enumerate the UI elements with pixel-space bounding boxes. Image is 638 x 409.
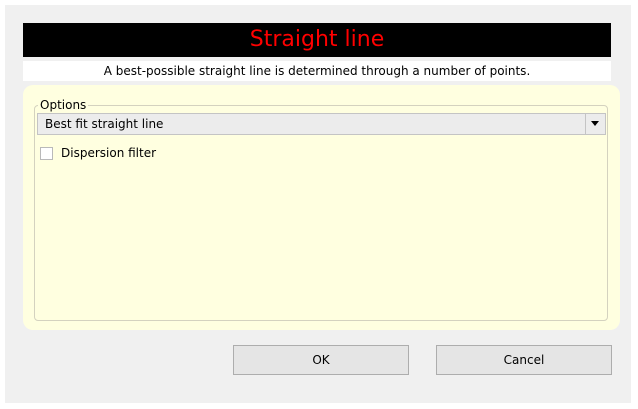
ok-button[interactable]: OK	[233, 345, 409, 375]
dispersion-filter-row[interactable]: Dispersion filter	[40, 145, 156, 161]
dialog-title: Straight line	[23, 23, 611, 57]
options-groupbox	[34, 105, 608, 321]
method-select-value: Best fit straight line	[45, 117, 164, 131]
dispersion-filter-checkbox[interactable]	[40, 146, 53, 160]
chevron-down-icon[interactable]	[585, 114, 605, 134]
options-panel: Options Best fit straight line Dispersio…	[23, 85, 620, 330]
cancel-button[interactable]: Cancel	[436, 345, 612, 375]
dialog-description: A best-possible straight line is determi…	[23, 61, 611, 81]
method-select[interactable]: Best fit straight line	[37, 113, 606, 135]
dispersion-filter-label: Dispersion filter	[61, 146, 157, 160]
options-group-label: Options	[38, 98, 89, 112]
